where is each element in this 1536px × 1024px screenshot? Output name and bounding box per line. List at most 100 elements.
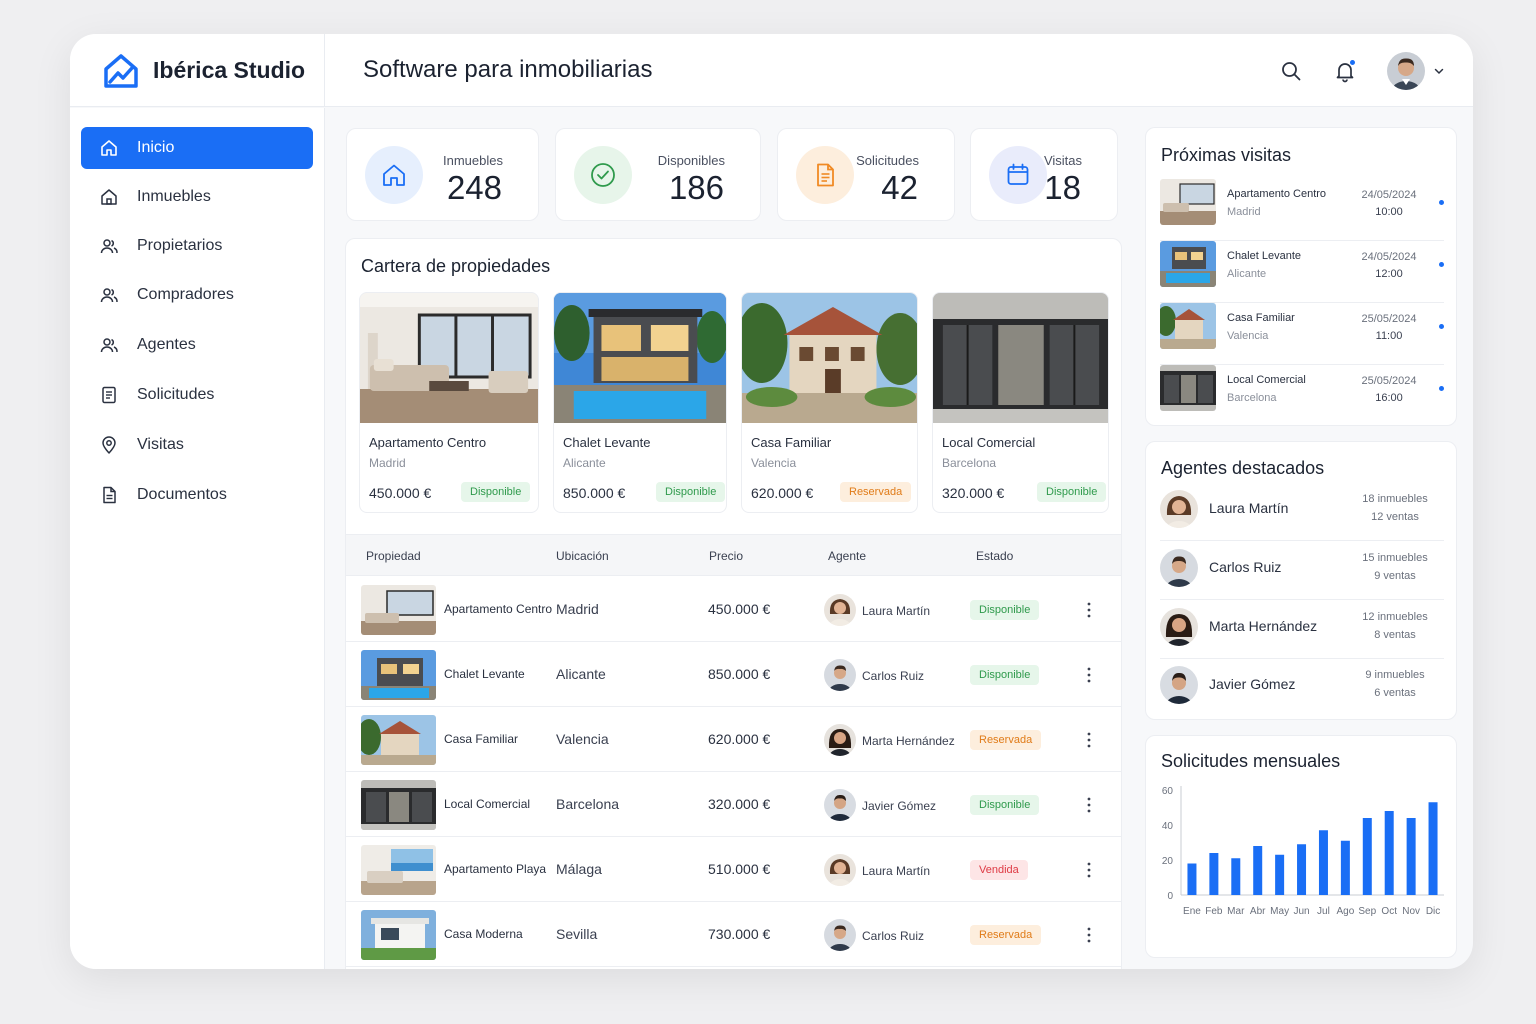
agent-item[interactable]: Javier Gómez 9 inmuebles 6 ventas	[1160, 659, 1444, 717]
sidebar-item-label: Agentes	[137, 336, 196, 353]
table-row[interactable]: Local Comercial Barcelona 320.000 € Javi…	[346, 772, 1121, 837]
property-thumbnail	[1160, 365, 1216, 411]
property-card[interactable]: Casa Familiar Valencia 620.000 € Reserva…	[741, 292, 918, 513]
x-tick-label: Dic	[1426, 906, 1440, 917]
house-logo-icon	[104, 53, 138, 88]
property-name: Casa Familiar	[751, 435, 832, 450]
property-price: 850.000 €	[708, 666, 771, 682]
page-title: Software para inmobiliarias	[363, 56, 653, 83]
visit-time: 10:00	[1375, 206, 1403, 218]
sidebar-item-propietarios[interactable]: Propietarios	[81, 225, 313, 267]
bar	[1297, 844, 1307, 895]
bar	[1209, 853, 1219, 895]
stat-label: Disponibles	[657, 153, 725, 168]
bar	[1406, 818, 1416, 895]
y-tick-label: 60	[1162, 786, 1174, 797]
property-name: Apartamento Centro	[444, 602, 553, 616]
property-price: 320.000 €	[708, 796, 771, 812]
bar	[1275, 854, 1285, 895]
visit-item[interactable]: Local Comercial Barcelona 25/05/2024 16:…	[1160, 365, 1444, 427]
table-row[interactable]: Casa Familiar Valencia 620.000 € Marta H…	[346, 707, 1121, 772]
x-tick-label: Jun	[1293, 906, 1309, 917]
table-row[interactable]: Apartamento Playa Málaga 510.000 € Laura…	[346, 837, 1121, 902]
search-icon[interactable]	[1279, 59, 1303, 83]
bar	[1253, 846, 1263, 895]
agent-name: Javier Gómez	[1209, 676, 1296, 692]
visit-item[interactable]: Apartamento Centro Madrid 24/05/2024 10:…	[1160, 179, 1444, 241]
document-icon	[796, 146, 854, 204]
property-card[interactable]: Apartamento Centro Madrid 450.000 € Disp…	[359, 292, 539, 513]
agent-item[interactable]: Marta Hernández 12 inmuebles 8 ventas	[1160, 601, 1444, 659]
status-dot	[1439, 262, 1444, 267]
stat-card-visitas[interactable]: Visitas 18	[970, 128, 1118, 221]
users-icon	[100, 338, 118, 353]
more-options-icon[interactable]	[1084, 731, 1094, 749]
sidebar-item-inmuebles[interactable]: Inmuebles	[81, 176, 313, 218]
property-price: 850.000 €	[563, 485, 626, 501]
agent-name: Carlos Ruiz	[862, 929, 925, 943]
sidebar-item-documentos[interactable]: Documentos	[81, 474, 313, 516]
notifications-button[interactable]	[1333, 59, 1357, 83]
more-options-icon[interactable]	[1084, 796, 1094, 814]
stat-card-inmuebles[interactable]: Inmuebles 248	[346, 128, 539, 221]
column-header[interactable]: Propiedad	[366, 549, 421, 563]
user-avatar[interactable]	[1387, 52, 1425, 90]
agent-avatar	[824, 594, 856, 626]
stat-card-solicitudes[interactable]: Solicitudes 42	[777, 128, 955, 221]
property-card[interactable]: Chalet Levante Alicante 850.000 € Dispon…	[553, 292, 727, 513]
sidebar-item-compradores[interactable]: Compradores	[81, 274, 313, 316]
property-price: 320.000 €	[942, 485, 1005, 501]
top-bar: Ibérica Studio Software para inmobiliari…	[70, 34, 1473, 107]
agent-properties: 9 inmuebles	[1365, 669, 1425, 681]
table-row[interactable]: Casa Moderna Sevilla 730.000 € Carlos Ru…	[346, 902, 1121, 967]
stat-card-disponibles[interactable]: Disponibles 186	[555, 128, 761, 221]
property-name: Apartamento Centro	[369, 435, 487, 450]
status-dot	[1439, 386, 1444, 391]
visit-item[interactable]: Casa Familiar Valencia 25/05/2024 11:00	[1160, 303, 1444, 365]
agent-item[interactable]: Carlos Ruiz 15 inmuebles 9 ventas	[1160, 542, 1444, 600]
column-header[interactable]: Ubicación	[556, 549, 609, 563]
sidebar-item-label: Visitas	[137, 436, 184, 453]
table-row[interactable]: Chalet Levante Alicante 850.000 € Carlos…	[346, 642, 1121, 707]
agent-item[interactable]: Laura Martín 18 inmuebles 12 ventas	[1160, 483, 1444, 541]
column-header[interactable]: Precio	[709, 549, 743, 563]
status-badge: Disponible	[970, 795, 1040, 815]
home-icon	[365, 146, 423, 204]
property-card[interactable]: Local Comercial Barcelona 320.000 € Disp…	[932, 292, 1109, 513]
table-header: Propiedad Ubicación Precio Agente Estado	[346, 534, 1121, 576]
more-options-icon[interactable]	[1084, 601, 1094, 619]
property-price: 510.000 €	[708, 861, 771, 877]
brand[interactable]: Ibérica Studio	[70, 34, 325, 107]
property-name: Chalet Levante	[563, 435, 651, 450]
agent-avatar	[1160, 666, 1198, 704]
x-tick-label: Abr	[1250, 906, 1266, 917]
agent-sales: 12 ventas	[1371, 511, 1419, 523]
agent-name: Javier Gómez	[862, 799, 937, 813]
document-list-icon	[102, 386, 116, 404]
more-options-icon[interactable]	[1084, 926, 1094, 944]
property-name: Local Comercial	[444, 797, 531, 811]
visit-item[interactable]: Chalet Levante Alicante 24/05/2024 12:00	[1160, 241, 1444, 303]
status-badge: Reservada	[970, 925, 1042, 945]
visit-date: 24/05/2024	[1361, 189, 1417, 201]
sidebar-item-visitas[interactable]: Visitas	[81, 424, 313, 466]
bar	[1384, 811, 1394, 895]
column-header[interactable]: Agente	[828, 549, 866, 563]
sidebar-item-agentes[interactable]: Agentes	[81, 324, 313, 366]
more-options-icon[interactable]	[1084, 666, 1094, 684]
sidebar-item-label: Solicitudes	[137, 386, 215, 403]
x-tick-label: Jul	[1317, 906, 1330, 917]
users-icon	[100, 288, 118, 303]
property-name: Casa Moderna	[444, 927, 523, 941]
property-name: Local Comercial	[942, 435, 1036, 450]
property-thumbnail	[1160, 241, 1216, 287]
sidebar-item-solicitudes[interactable]: Solicitudes	[81, 374, 313, 416]
visit-time: 11:00	[1375, 330, 1403, 342]
chevron-down-icon[interactable]	[1433, 65, 1445, 77]
sidebar-item-inicio[interactable]: Inicio	[81, 127, 313, 169]
column-header[interactable]: Estado	[976, 549, 1013, 563]
more-options-icon[interactable]	[1084, 861, 1094, 879]
stat-value: 248	[446, 169, 502, 206]
agent-properties: 12 inmuebles	[1362, 611, 1428, 623]
table-row[interactable]: Apartamento Centro Madrid 450.000 € Laur…	[346, 577, 1121, 642]
